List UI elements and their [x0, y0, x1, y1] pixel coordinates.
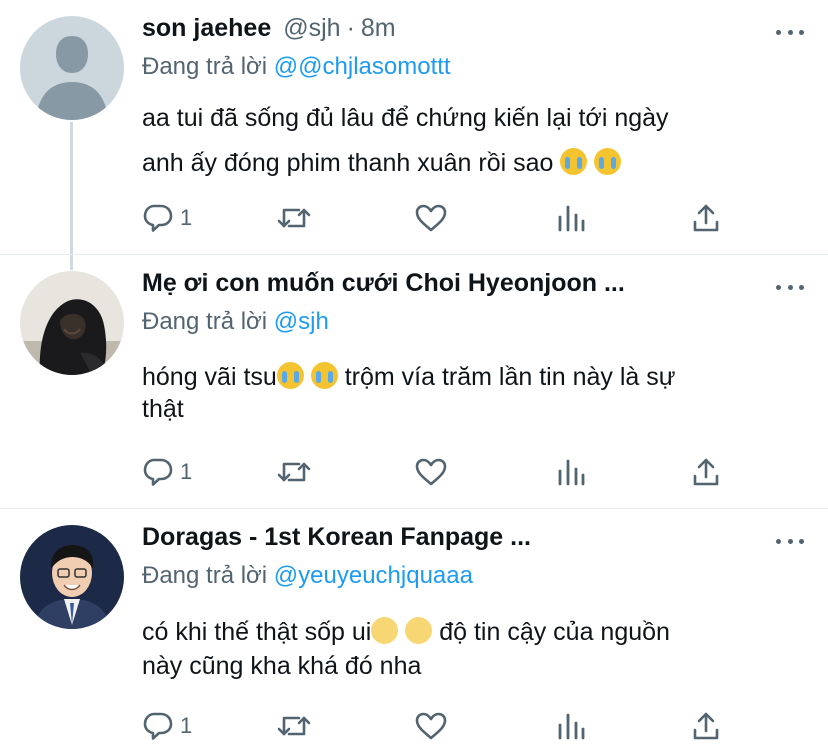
reply-button[interactable]: 1 [142, 452, 192, 492]
hooded-person-photo-icon [20, 271, 124, 375]
tweet-text: có khi thế thật sốp ui độ tin cậy của ng… [142, 615, 804, 683]
display-name[interactable]: Mẹ ơi con muốn cưới Choi Hyeonjoon ... [142, 269, 625, 298]
tweet-text: aa tui đã sống đủ lâu để chứng kiến lại … [142, 96, 804, 186]
reply-count: 1 [180, 205, 193, 230]
tweet-text-line: có khi thế thật sốp ui [142, 618, 372, 646]
tweet-text: hóng vãi tsu trộm vía trăm lần tin này l… [142, 361, 804, 425]
action-bar: 1 [142, 198, 742, 238]
display-name[interactable]: Doragas - 1st Korean Fanpage ... [142, 523, 531, 552]
action-bar: 1 [142, 706, 742, 746]
share-button[interactable] [691, 198, 721, 238]
like-button[interactable] [414, 452, 448, 492]
share-icon [693, 204, 719, 232]
retweet-icon [277, 208, 311, 228]
tweet-1[interactable]: son jaehee @sjh · 8m Đang trả lời @@chjl… [0, 0, 828, 254]
loudly-crying-face-icon [310, 362, 338, 389]
analytics-button[interactable] [556, 452, 586, 492]
like-button[interactable] [414, 706, 448, 746]
replying-mention[interactable]: @@chjlasomottt [274, 53, 451, 80]
user-handle[interactable]: @sjh [283, 14, 340, 43]
loudly-crying-face-icon [560, 148, 588, 175]
loudly-crying-face-icon [276, 362, 304, 389]
replying-to: Đang trả lời @sjh [142, 305, 804, 339]
analytics-icon [558, 459, 585, 486]
display-name[interactable]: son jaehee [142, 14, 271, 43]
tweet-text-line: hóng vãi tsu [142, 363, 277, 391]
avatar[interactable] [20, 16, 124, 120]
share-icon [693, 712, 719, 740]
timestamp[interactable]: 8m [361, 14, 396, 43]
replying-prefix: Đang trả lời [142, 562, 268, 589]
more-icon[interactable] [776, 22, 804, 42]
reply-icon [143, 204, 173, 232]
replying-to: Đang trả lời @yeuyeuchjquaaa [142, 559, 804, 593]
reply-button[interactable]: 1 [142, 198, 192, 238]
heart-icon [415, 458, 447, 486]
default-avatar-icon [20, 16, 124, 120]
replying-mention[interactable]: @sjh [274, 308, 329, 335]
separator: · [346, 14, 355, 42]
reply-count: 1 [180, 459, 193, 484]
tweet-text-line: trộm vía trăm lần tin này là sự [337, 363, 676, 391]
tweet-2[interactable]: Mẹ ơi con muốn cưới Choi Hyeonjoon ... Đ… [0, 255, 828, 508]
retweet-icon [277, 462, 311, 482]
avatar[interactable] [20, 271, 124, 375]
share-icon [693, 458, 719, 486]
tweet-text-line: độ tin cậy của nguồn [432, 618, 670, 646]
reply-icon [143, 458, 173, 486]
tweet-text-line: thật [142, 395, 184, 423]
retweet-button[interactable] [276, 706, 312, 746]
reply-icon [143, 712, 173, 740]
tweet-text-line: aa tui đã sống đủ lâu để chứng kiến lại … [142, 104, 669, 132]
avatar[interactable] [20, 525, 124, 629]
reply-count: 1 [180, 713, 193, 738]
more-icon[interactable] [776, 531, 804, 551]
replying-to: Đang trả lời @@chjlasomottt [142, 50, 804, 84]
retweet-button[interactable] [276, 452, 312, 492]
replying-mention[interactable]: @yeuyeuchjquaaa [274, 562, 473, 589]
analytics-button[interactable] [556, 198, 586, 238]
heart-icon [415, 712, 447, 740]
retweet-icon [277, 716, 311, 736]
like-button[interactable] [414, 198, 448, 238]
slightly-smiling-face-icon [371, 617, 399, 644]
tweet-header: Doragas - 1st Korean Fanpage ... [142, 523, 804, 559]
heart-icon [415, 204, 447, 232]
loudly-crying-face-icon [594, 148, 622, 175]
replying-prefix: Đang trả lời [142, 53, 268, 80]
retweet-button[interactable] [276, 198, 312, 238]
action-bar: 1 [142, 452, 742, 492]
slightly-smiling-face-icon [405, 617, 433, 644]
tweet-header: son jaehee @sjh · 8m [142, 14, 804, 50]
reply-button[interactable]: 1 [142, 706, 192, 746]
replying-prefix: Đang trả lời [142, 308, 268, 335]
analytics-icon [558, 205, 585, 232]
share-button[interactable] [691, 706, 721, 746]
smiling-man-photo-icon [20, 525, 124, 629]
share-button[interactable] [691, 452, 721, 492]
tweet-text-line: anh ấy đóng phim thanh xuân rồi sao [142, 149, 554, 177]
more-icon[interactable] [776, 277, 804, 297]
analytics-button[interactable] [556, 706, 586, 746]
analytics-icon [558, 713, 585, 740]
tweet-header: Mẹ ơi con muốn cưới Choi Hyeonjoon ... [142, 269, 804, 305]
tweet-3[interactable]: Doragas - 1st Korean Fanpage ... Đang tr… [0, 509, 828, 755]
tweet-text-line: này cũng kha khá đó nha [142, 652, 422, 680]
